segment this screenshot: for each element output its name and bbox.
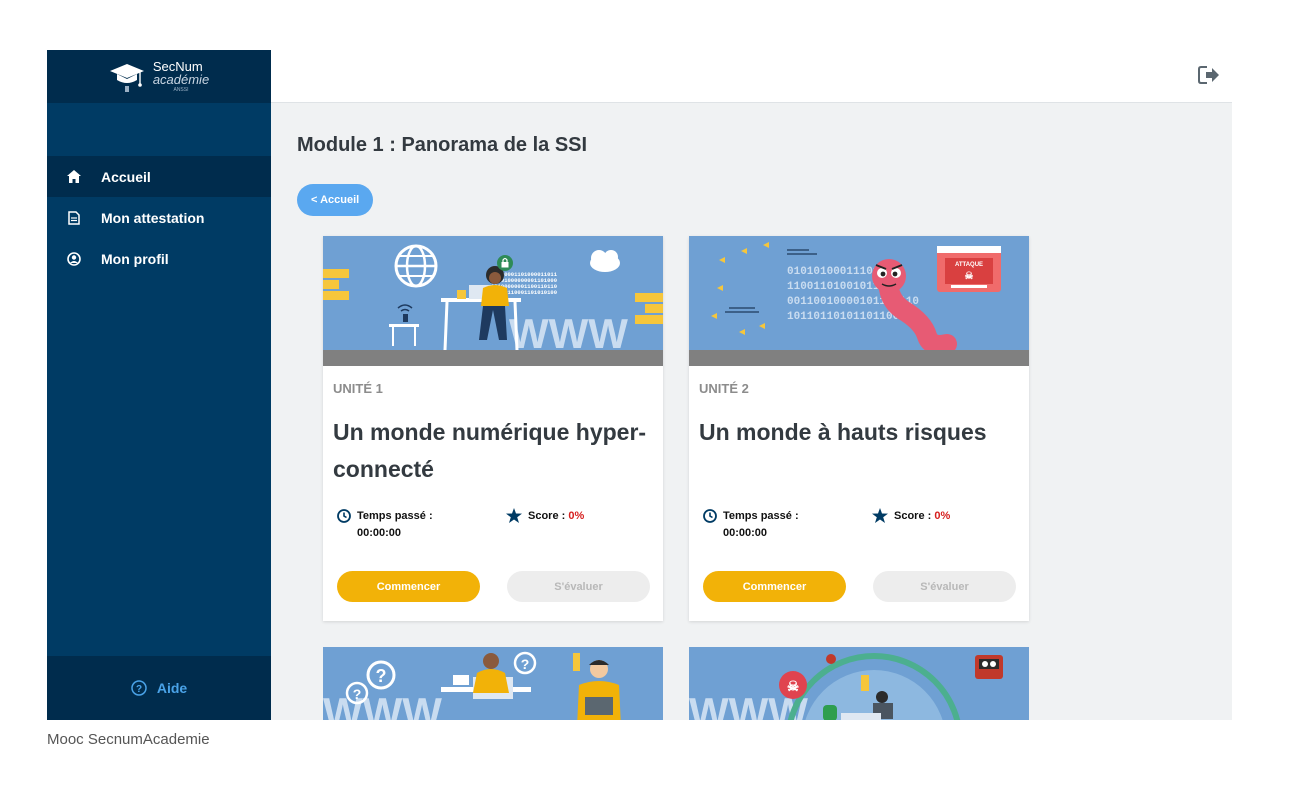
svg-text:☠: ☠	[965, 271, 974, 282]
www-text: WWW	[509, 310, 628, 350]
help-circle-icon: ?	[131, 680, 147, 696]
logout-icon[interactable]	[1198, 65, 1220, 85]
star-icon	[872, 508, 888, 523]
svg-text:☠: ☠	[787, 678, 800, 694]
unit-label: UNITÉ 2	[699, 381, 749, 396]
sidebar-item-profil[interactable]: Mon profil	[47, 238, 271, 279]
topbar	[271, 50, 1232, 103]
unit-2-illustration: 01010100011101000 11001101001011010 0011…	[689, 236, 1029, 350]
sidebar-item-accueil[interactable]: Accueil	[47, 156, 271, 197]
sidebar-item-label: Mon attestation	[101, 209, 205, 226]
svg-text:?: ?	[521, 656, 530, 672]
clock-icon	[703, 509, 717, 523]
svg-text:?: ?	[136, 684, 142, 695]
help-label: Aide	[156, 680, 188, 696]
user-circle-icon	[67, 251, 81, 266]
brand-logo[interactable]: SecNum académie ANSSI	[47, 50, 271, 103]
image-caption: Mooc SecnumAcademie	[47, 731, 210, 748]
document-icon	[67, 210, 81, 225]
time-spent: Temps passé : 00:00:00	[703, 508, 799, 542]
graduation-cap-icon	[109, 63, 144, 92]
star-icon	[506, 508, 522, 523]
score: Score : 0%	[506, 508, 584, 525]
app-window: SecNum académie ANSSI Accueil Mon attest…	[47, 50, 1232, 720]
start-button[interactable]: Commencer	[703, 571, 846, 602]
time-spent: Temps passé : 00:00:00	[337, 508, 433, 542]
home-icon	[67, 170, 81, 184]
time-value: 00:00:00	[723, 527, 768, 539]
evaluate-button[interactable]: S'évaluer	[507, 571, 650, 602]
page-title: Module 1 : Panorama de la SSI	[297, 134, 588, 156]
score-value: 0%	[568, 510, 585, 522]
brand-agency: ANSSI	[173, 87, 189, 93]
svg-text:?: ?	[353, 686, 362, 702]
score-label: Score :	[528, 510, 566, 522]
back-to-home-button[interactable]: < Accueil	[297, 184, 374, 216]
evaluate-button[interactable]: S'évaluer	[873, 571, 1016, 602]
unit-label: UNITÉ 1	[333, 381, 383, 396]
clock-icon	[337, 509, 351, 523]
score-value: 0%	[934, 510, 951, 522]
card-progress-bar	[323, 350, 663, 366]
help-link[interactable]: ? Aide	[47, 656, 271, 720]
sidebar-item-label: Accueil	[101, 168, 151, 185]
attack-badge-text: ATTAQUE	[955, 262, 983, 268]
unit-title: Un monde à hauts risques	[699, 419, 987, 445]
www-text: WWW	[323, 689, 442, 720]
card-progress-bar	[689, 350, 1029, 366]
time-value: 00:00:00	[357, 527, 402, 539]
start-button[interactable]: Commencer	[337, 571, 480, 602]
sidebar-item-label: Mon profil	[101, 250, 169, 267]
time-label: Temps passé :	[357, 510, 433, 522]
unit-1-illustration: 01100001101000011011 1100100000000110100…	[323, 236, 663, 350]
sidebar-item-attestation[interactable]: Mon attestation	[47, 197, 271, 238]
unit-title: Un monde numérique hyper-connecté	[333, 419, 647, 482]
unit-card-1: 01100001101000011011 1100100000000110100…	[323, 236, 663, 621]
sidebar: SecNum académie ANSSI Accueil Mon attest…	[47, 50, 271, 720]
score: Score : 0%	[872, 508, 950, 525]
brand-subtitle: académie	[152, 72, 210, 87]
sidebar-nav: Accueil Mon attestation Mon profil	[47, 156, 271, 279]
svg-text:?: ?	[376, 666, 387, 686]
score-label: Score :	[894, 510, 932, 522]
unit-card-3[interactable]: WWW ? ? ?	[323, 647, 663, 720]
unit-card-2: 01010100011101000 11001101001011010 0011…	[689, 236, 1029, 621]
time-label: Temps passé :	[723, 510, 799, 522]
unit-card-4[interactable]: WWW ☠	[689, 647, 1029, 720]
